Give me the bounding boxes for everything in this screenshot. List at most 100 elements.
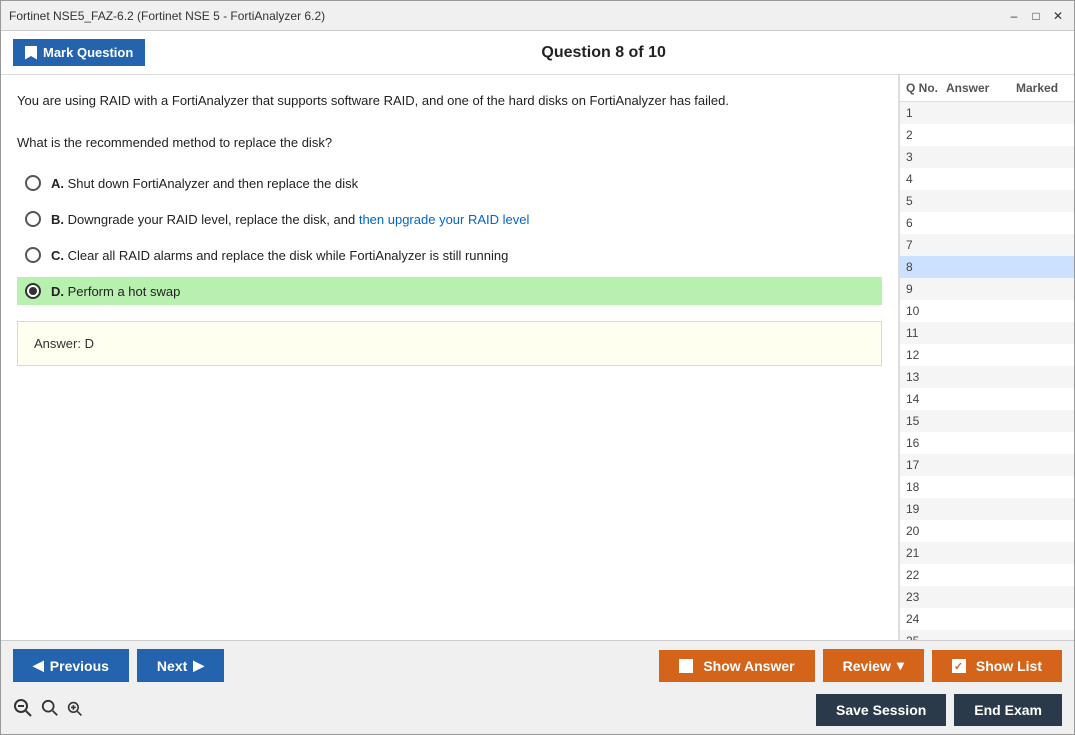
sidebar-row-answer [942,170,1012,188]
zoom-reset-button[interactable] [41,699,59,722]
sidebar-row-marked [1012,478,1072,496]
sidebar-header: Q No. Answer Marked [900,75,1074,102]
sidebar-row-answer [942,412,1012,430]
sidebar-row[interactable]: 11 [900,322,1074,344]
sidebar-row-num: 13 [902,368,942,386]
sidebar-row[interactable]: 24 [900,608,1074,630]
sidebar-row[interactable]: 4 [900,168,1074,190]
sidebar-row-answer [942,434,1012,452]
end-exam-button[interactable]: End Exam [954,694,1062,726]
answer-text: Answer: D [34,336,94,351]
sidebar-row[interactable]: 9 [900,278,1074,300]
sidebar-row-num: 19 [902,500,942,518]
sidebar-row-num: 11 [902,324,942,342]
footer-bottom-right: Save Session End Exam [816,694,1062,726]
sidebar-row[interactable]: 12 [900,344,1074,366]
show-answer-button[interactable]: Show Answer [659,650,814,682]
sidebar-row[interactable]: 18 [900,476,1074,498]
close-button[interactable]: ✕ [1050,8,1066,24]
sidebar-row-answer [942,456,1012,474]
sidebar-row-answer [942,280,1012,298]
question-text: You are using RAID with a FortiAnalyzer … [17,91,882,153]
sidebar-row[interactable]: 15 [900,410,1074,432]
next-arrow-icon: ▶ [193,657,204,674]
show-answer-checkbox-icon [679,659,693,673]
sidebar-row-num: 17 [902,456,942,474]
sidebar-row-answer [942,566,1012,584]
radio-b[interactable] [25,211,41,227]
sidebar-row-num: 14 [902,390,942,408]
sidebar-row[interactable]: 25 [900,630,1074,640]
sidebar-rows: 1 2 3 4 5 6 7 8 [900,102,1074,640]
minimize-button[interactable]: – [1006,8,1022,24]
zoom-in-button[interactable] [67,701,83,720]
mark-question-button[interactable]: Mark Question [13,39,145,66]
zoom-reset-icon [41,699,59,717]
option-b-text: B. Downgrade your RAID level, replace th… [51,212,529,227]
sidebar-row-answer [942,214,1012,232]
sidebar-row-marked [1012,148,1072,166]
mark-question-label: Mark Question [43,45,133,60]
sidebar-row-num: 18 [902,478,942,496]
sidebar-row[interactable]: 13 [900,366,1074,388]
sidebar-row[interactable]: 14 [900,388,1074,410]
sidebar-row[interactable]: 2 [900,124,1074,146]
option-d[interactable]: D. Perform a hot swap [17,277,882,305]
sidebar-row[interactable]: 16 [900,432,1074,454]
question-title: Question 8 of 10 [145,44,1062,62]
sidebar-row[interactable]: 3 [900,146,1074,168]
sidebar-row-num: 8 [902,258,942,276]
sidebar-row-answer [942,258,1012,276]
sidebar-row[interactable]: 23 [900,586,1074,608]
sidebar-row-marked [1012,390,1072,408]
option-b[interactable]: B. Downgrade your RAID level, replace th… [17,205,882,233]
radio-a[interactable] [25,175,41,191]
option-c-text: C. Clear all RAID alarms and replace the… [51,248,508,263]
sidebar-row[interactable]: 17 [900,454,1074,476]
sidebar-col-marked: Marked [1012,79,1072,97]
review-button[interactable]: Review ▾ [823,649,924,682]
sidebar-row[interactable]: 10 [900,300,1074,322]
maximize-button[interactable]: □ [1028,8,1044,24]
sidebar-row[interactable]: 20 [900,520,1074,542]
next-button[interactable]: Next ▶ [137,649,224,682]
sidebar-row-num: 23 [902,588,942,606]
sidebar-row-num: 16 [902,434,942,452]
sidebar-row[interactable]: 21 [900,542,1074,564]
show-list-label: Show List [976,658,1042,674]
sidebar-row[interactable]: 8 [900,256,1074,278]
sidebar-row-num: 2 [902,126,942,144]
show-list-button[interactable]: ✓ Show List [932,650,1062,682]
save-session-button[interactable]: Save Session [816,694,946,726]
sidebar-col-answer: Answer [942,79,1012,97]
sidebar-row[interactable]: 5 [900,190,1074,212]
main-content: You are using RAID with a FortiAnalyzer … [1,75,1074,640]
radio-c[interactable] [25,247,41,263]
option-a[interactable]: A. Shut down FortiAnalyzer and then repl… [17,169,882,197]
sidebar-row-num: 10 [902,302,942,320]
sidebar-row-answer [942,324,1012,342]
sidebar-row-num: 4 [902,170,942,188]
sidebar-row-num: 25 [902,632,942,640]
zoom-out-button[interactable] [13,698,33,723]
sidebar-row[interactable]: 7 [900,234,1074,256]
previous-button[interactable]: ◀ Previous [13,649,129,682]
radio-d[interactable] [25,283,41,299]
sidebar-row-answer [942,368,1012,386]
header: Mark Question Question 8 of 10 [1,31,1074,75]
option-c[interactable]: C. Clear all RAID alarms and replace the… [17,241,882,269]
sidebar-row[interactable]: 1 [900,102,1074,124]
sidebar-row[interactable]: 6 [900,212,1074,234]
sidebar-row-marked [1012,632,1072,640]
sidebar-row-marked [1012,258,1072,276]
sidebar-row-num: 21 [902,544,942,562]
sidebar-row-marked [1012,588,1072,606]
sidebar-col-qno: Q No. [902,79,942,97]
option-a-text: A. Shut down FortiAnalyzer and then repl… [51,176,358,191]
show-answer-label: Show Answer [703,658,794,674]
sidebar-row-marked [1012,566,1072,584]
sidebar-row[interactable]: 22 [900,564,1074,586]
sidebar-row-answer [942,500,1012,518]
next-label: Next [157,658,187,674]
sidebar-row[interactable]: 19 [900,498,1074,520]
